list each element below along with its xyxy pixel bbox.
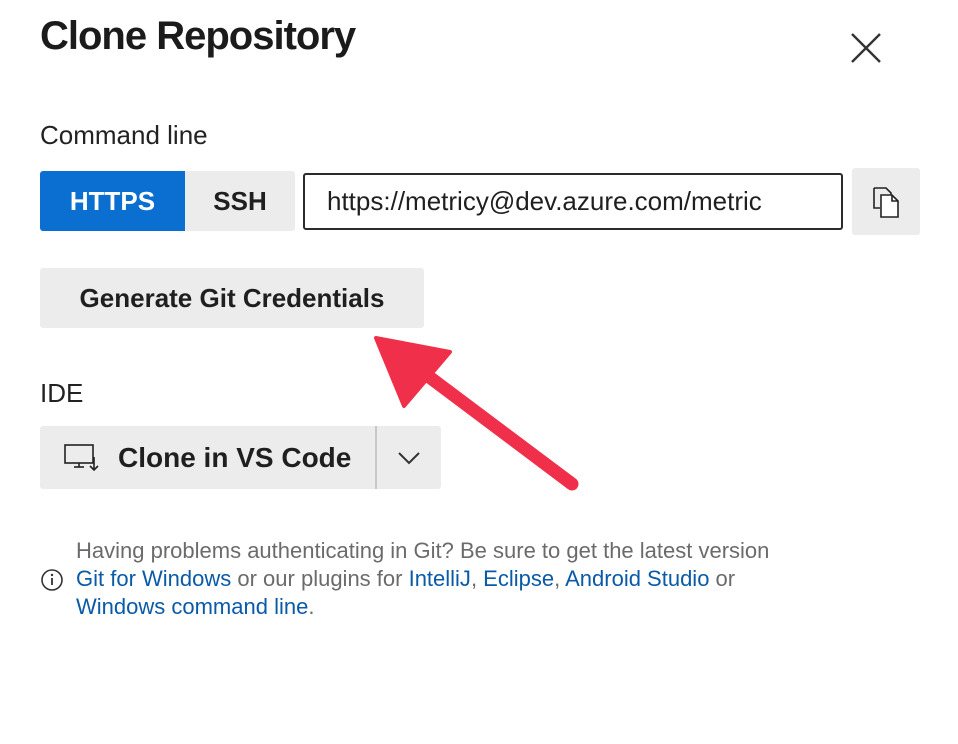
close-icon [851, 33, 881, 63]
help-text-or: or [709, 566, 736, 591]
help-separator: , [470, 566, 484, 591]
ide-label: IDE [40, 378, 84, 408]
clone-in-vscode-label: Clone in VS Code [118, 441, 352, 473]
auth-help-text: Having problems authenticating in Git? B… [76, 537, 916, 621]
command-line-label: Command line [40, 120, 208, 150]
chevron-down-icon [398, 451, 420, 464]
ide-dropdown-button[interactable] [377, 426, 441, 489]
clone-url-field[interactable] [303, 173, 843, 230]
ssh-toggle-button[interactable]: SSH [185, 171, 295, 231]
copy-icon [873, 186, 899, 218]
dialog-title: Clone Repository [40, 14, 356, 58]
android-studio-link[interactable]: Android Studio [565, 566, 709, 591]
generate-git-credentials-button[interactable]: Generate Git Credentials [40, 268, 424, 328]
https-toggle-button[interactable]: HTTPS [40, 171, 185, 231]
windows-command-line-link[interactable]: Windows command line [76, 594, 308, 619]
help-text-intro: Having problems authenticating in Git? B… [76, 538, 770, 563]
eclipse-link[interactable]: Eclipse [483, 566, 554, 591]
help-text-plugins: or our plugins for [231, 566, 409, 591]
help-separator: , [554, 566, 566, 591]
annotation-arrow [374, 336, 579, 491]
help-text-end: . [308, 594, 315, 619]
monitor-download-icon [64, 443, 99, 471]
copy-url-button[interactable] [852, 168, 920, 235]
close-button[interactable] [846, 28, 886, 68]
clone-in-vscode-button[interactable]: Clone in VS Code [40, 426, 375, 489]
intellij-link[interactable]: IntelliJ [409, 566, 471, 591]
git-for-windows-link[interactable]: Git for Windows [76, 566, 231, 591]
info-icon [41, 569, 63, 591]
